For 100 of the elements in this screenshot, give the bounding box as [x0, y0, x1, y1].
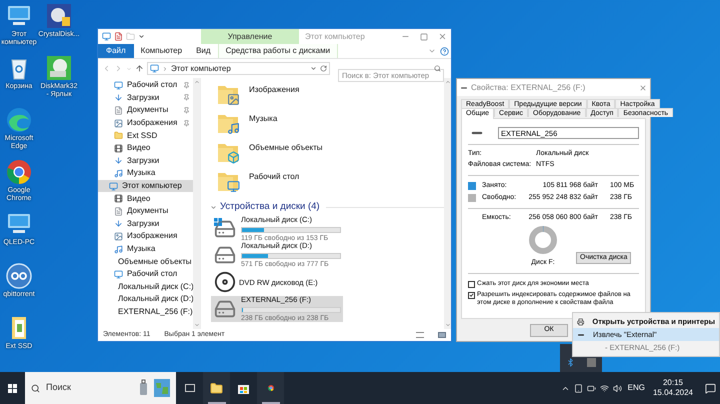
app-icon [45, 2, 73, 30]
nav-item[interactable]: Изображения [98, 116, 193, 130]
nav-item[interactable]: Видео [98, 142, 193, 155]
hard-drive-icon [214, 298, 238, 320]
nav-item[interactable]: Документы [98, 104, 193, 117]
maximize-icon[interactable] [420, 32, 428, 40]
help-icon[interactable] [440, 46, 449, 56]
close-icon[interactable] [438, 32, 447, 41]
running-indicator [208, 402, 226, 404]
q-b-logo-icon [5, 262, 33, 290]
monitor-icon [114, 80, 123, 90]
ribbon-tab[interactable]: Средства работы с дисками [218, 44, 338, 58]
window-title: Этот компьютер [305, 30, 366, 42]
nav-item[interactable]: Документы [98, 204, 193, 218]
properties-icon[interactable] [114, 32, 123, 41]
folder-item[interactable]: Изображения [216, 82, 444, 111]
clock-date: 15.04.2024 [652, 388, 693, 398]
monitor-icon [150, 64, 159, 73]
taskbar-app-button[interactable] [257, 372, 284, 404]
folder-item[interactable]: Рабочий стол [216, 169, 444, 198]
taskbar-app-button[interactable] [203, 372, 230, 404]
printer-icon [577, 318, 584, 326]
monitor-icon [109, 182, 118, 191]
monitor-icon[interactable] [102, 32, 111, 41]
nav-item[interactable]: Загрузки [98, 218, 193, 230]
tablet-icon[interactable] [574, 384, 583, 392]
refresh-icon[interactable] [320, 65, 327, 72]
notification-icon[interactable] [705, 382, 716, 394]
dropdown-icon[interactable] [310, 65, 317, 72]
app-icon [45, 54, 73, 82]
windows-logo-icon [8, 384, 17, 392]
nav-item[interactable]: Объемные объекты [98, 255, 193, 268]
folder-icon [114, 131, 123, 140]
image-icon [227, 93, 240, 106]
nav-item[interactable]: Этот компьютер [98, 180, 193, 192]
nav-item[interactable]: Музыка [98, 167, 193, 180]
dialog-title: Свойства: EXTERNAL_256 (F:) [471, 82, 586, 94]
document-icon [114, 106, 123, 115]
clock-time: 20:15 [662, 378, 683, 388]
ribbon-tab[interactable]: Компьютер [134, 44, 190, 58]
nav-item[interactable]: Изображения [98, 230, 193, 243]
music-note-icon [114, 168, 123, 178]
chevron-icon [162, 66, 168, 72]
download-arrow-icon [114, 93, 123, 102]
collapse-icon[interactable] [210, 204, 217, 211]
image-icon [114, 118, 123, 128]
ribbon-tab[interactable]: Вид [189, 44, 218, 58]
map-icon [154, 379, 170, 397]
speaker-icon[interactable] [612, 384, 622, 392]
nav-item[interactable]: Загрузки [98, 154, 193, 168]
network-icon[interactable] [600, 384, 609, 392]
nav-item[interactable]: Ext SSD [98, 129, 193, 142]
monitor-icon [114, 270, 123, 279]
checkbox[interactable] [468, 292, 475, 298]
task-view-icon[interactable] [184, 384, 194, 392]
edge-logo-icon [5, 106, 33, 134]
group-header[interactable]: Устройства и диски (4) [220, 200, 320, 214]
ribbon-tab[interactable]: Файл [98, 44, 134, 58]
film-icon [114, 144, 123, 153]
suitcase-icon [139, 379, 148, 397]
cube-icon [227, 151, 240, 164]
music-note-icon [227, 122, 240, 135]
download-arrow-icon [114, 156, 123, 166]
windows-logo-icon [214, 218, 222, 226]
language-indicator[interactable]: ENG [628, 382, 645, 394]
details-view-icon[interactable] [416, 332, 424, 338]
music-note-icon [114, 244, 123, 254]
document-icon [114, 206, 123, 216]
nav-item[interactable]: Локальный диск (D:) [98, 293, 193, 306]
caret-icon[interactable] [138, 33, 145, 40]
address-bar[interactable]: Этот компьютер [147, 62, 330, 75]
nav-item[interactable]: Локальный диск (C:) [98, 280, 193, 294]
tiles-view-icon[interactable] [438, 332, 446, 338]
nav-item[interactable]: Музыка [98, 242, 193, 256]
nav-item[interactable]: Загрузки [98, 92, 193, 104]
search-icon [434, 65, 441, 72]
close-icon[interactable] [639, 84, 647, 92]
address-text: Этот компьютер [171, 62, 232, 74]
keyboard-language-icon[interactable] [587, 358, 596, 366]
chrome-logo-icon [5, 158, 33, 186]
disk-usage-donut [528, 225, 558, 255]
image-icon [114, 232, 123, 241]
checkbox[interactable] [468, 280, 475, 288]
search-field[interactable]: Поиск [46, 381, 106, 395]
nav-item[interactable]: Рабочий стол [98, 79, 193, 92]
folder-icon[interactable] [210, 382, 223, 394]
download-arrow-icon [114, 219, 123, 228]
monitor-icon [227, 180, 240, 193]
nav-item[interactable]: Рабочий стол [98, 268, 193, 280]
battery-icon[interactable] [586, 384, 596, 392]
search-icon[interactable] [31, 384, 40, 392]
hard-drive-icon [214, 244, 238, 266]
nav-item[interactable]: EXTERNAL_256 (F:) [98, 306, 193, 318]
folder-item[interactable]: Объемные объекты [216, 140, 444, 169]
nav-item[interactable]: Видео [98, 192, 193, 205]
expand-ribbon-icon[interactable] [428, 47, 436, 55]
up-icon[interactable] [135, 64, 144, 73]
folder-item[interactable]: Музыка [216, 111, 444, 140]
bluetooth-icon[interactable] [566, 358, 575, 366]
clock[interactable]: 20:15 15.04.2024 [652, 378, 693, 398]
